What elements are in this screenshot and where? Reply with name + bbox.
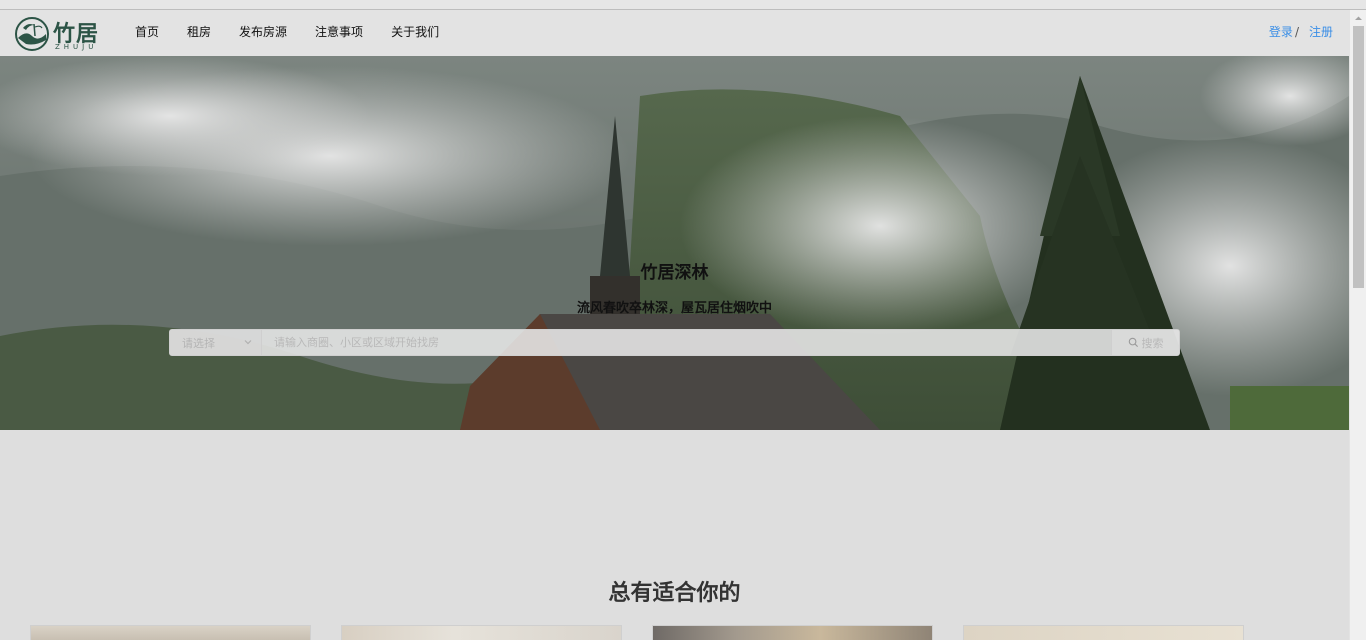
listing-card-image: [342, 626, 621, 640]
listing-card[interactable]: [341, 625, 622, 640]
listing-card[interactable]: [963, 625, 1244, 640]
nav-item-home[interactable]: 首页: [121, 10, 173, 56]
section-title: 总有适合你的: [608, 581, 741, 606]
search-button[interactable]: 搜索: [1111, 330, 1179, 355]
chevron-down-icon: [244, 340, 252, 345]
listing-card-image: [31, 626, 310, 640]
nav-item-about[interactable]: 关于我们: [377, 10, 453, 56]
search-bar: 请选择 搜索: [169, 329, 1180, 356]
scroll-up-icon[interactable]: [1354, 14, 1363, 23]
listing-card-image: [964, 626, 1243, 640]
listing-card-image: [653, 626, 932, 640]
search-button-label: 搜索: [1141, 336, 1164, 350]
register-link[interactable]: 注册: [1309, 25, 1333, 39]
navbar: 竹居 ZHUJU 首页 租房 发布房源 注意事项 关于我们 登录 / 注册: [0, 10, 1349, 56]
hero-banner: 竹居深林 流风春吹卒林深，屋瓦居住烟吹中 请选择 搜索: [0, 56, 1349, 430]
nav-item-notices[interactable]: 注意事项: [301, 10, 377, 56]
area-select[interactable]: 请选择: [170, 330, 262, 355]
auth-separator: /: [1294, 25, 1299, 39]
listing-card[interactable]: [30, 625, 311, 640]
search-input[interactable]: [262, 330, 1111, 355]
window-top-edge: [0, 0, 1366, 10]
listing-cards: [30, 625, 1330, 640]
hero-background-image: [0, 56, 1349, 430]
search-icon: [1128, 337, 1138, 348]
scrollbar-thumb[interactable]: [1353, 26, 1364, 288]
login-link[interactable]: 登录: [1269, 25, 1293, 39]
nav-item-publish[interactable]: 发布房源: [225, 10, 301, 56]
brand-logo[interactable]: 竹居 ZHUJU: [14, 16, 104, 52]
area-select-placeholder: 请选择: [182, 337, 215, 350]
main-nav: 首页 租房 发布房源 注意事项 关于我们: [121, 10, 453, 56]
auth-links: 登录 / 注册: [1269, 10, 1333, 54]
nav-item-rent[interactable]: 租房: [173, 10, 225, 56]
logo-emblem-icon: [15, 17, 49, 51]
hero-title: 竹居深林: [640, 263, 709, 283]
brand-subtitle: ZHUJU: [55, 43, 98, 51]
page-scrollbar[interactable]: [1349, 10, 1366, 640]
hero-subtitle: 流风春吹卒林深，屋瓦居住烟吹中: [576, 301, 772, 316]
listing-card[interactable]: [652, 625, 933, 640]
